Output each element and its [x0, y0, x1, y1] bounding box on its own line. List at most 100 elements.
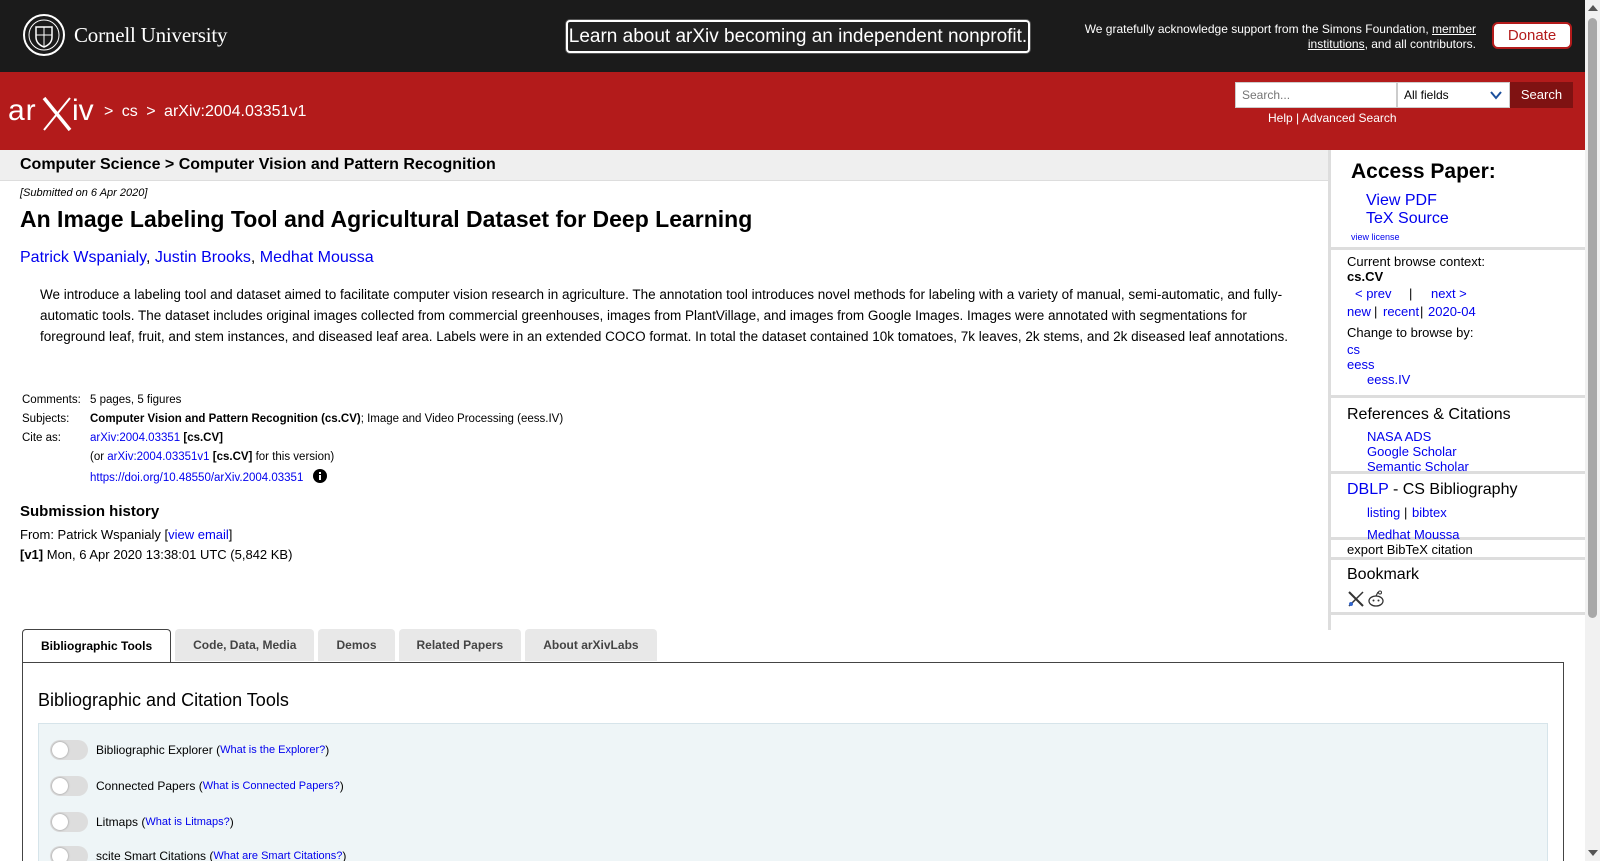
new-link[interactable]: new [1347, 304, 1371, 319]
prev-link[interactable]: < prev [1355, 286, 1392, 301]
cite-id-link[interactable]: arXiv:2004.03351 [90, 432, 180, 444]
nonprofit-announcement-button[interactable]: Learn about arXiv becoming an independen… [566, 20, 1030, 53]
browse-eess-link[interactable]: eess [1347, 357, 1374, 372]
tool-info-link[interactable]: What is Connected Papers? [203, 780, 340, 792]
cornell-logo[interactable]: Cornell University [22, 13, 227, 57]
comments-label: Comments: [22, 394, 81, 406]
tool-label: scite Smart Citations [96, 849, 207, 861]
primary-subject: Computer Vision and Pattern Recognition … [90, 413, 361, 425]
access-paper-box: Access Paper: View PDF TeX Source view l… [1331, 150, 1589, 250]
tool-info-link[interactable]: What is Litmaps? [145, 816, 229, 828]
breadcrumb: > cs > arXiv:2004.03351v1 [104, 103, 310, 121]
search-field-select[interactable]: All fields [1397, 82, 1510, 108]
tab-about-arxivlabs[interactable]: About arXivLabs [525, 629, 657, 661]
page-scrollbar[interactable] [1585, 0, 1600, 861]
semantic-scholar-link[interactable]: Semantic Scholar [1367, 459, 1469, 474]
search-links: Help | Advanced Search [1268, 111, 1397, 125]
info-icon[interactable] [312, 469, 327, 483]
version-tag[interactable]: [v1] [20, 547, 43, 562]
browse-eess-iv-link[interactable]: eess.IV [1367, 372, 1410, 387]
dblp-title: DBLP - CS Bibliography [1347, 481, 1517, 499]
browse-context-value: cs.CV [1347, 269, 1384, 284]
help-link[interactable]: Help [1268, 111, 1293, 125]
tool-row: Litmaps (What is Litmaps?) [50, 812, 234, 832]
search-button[interactable]: Search [1510, 82, 1573, 108]
support-prefix: We gratefully acknowledge support from t… [1084, 22, 1432, 36]
author-link[interactable]: Justin Brooks [155, 249, 251, 266]
link-separator: | [1296, 111, 1300, 125]
view-license-link[interactable]: view license [1351, 232, 1400, 242]
top-bar: Cornell University Learn about arXiv bec… [0, 0, 1585, 72]
toggle-switch[interactable] [50, 776, 88, 796]
nav-separator: | [1409, 286, 1413, 301]
scroll-up-icon[interactable] [1588, 5, 1598, 11]
tool-info-link[interactable]: What are Smart Citations? [213, 850, 342, 861]
cite-tag: [cs.CV] [183, 432, 223, 444]
arxiv-logo-icon[interactable]: ar iv [8, 92, 102, 134]
tool-label: Bibliographic Explorer [96, 743, 213, 757]
version-line: [v1] Mon, 6 Apr 2020 13:38:01 UTC (5,842… [20, 547, 292, 562]
reddit-icon[interactable] [1367, 590, 1385, 608]
tool-row: Connected Papers (What is Connected Pape… [50, 776, 344, 796]
dblp-listing-link[interactable]: listing [1367, 505, 1400, 520]
author-link[interactable]: Patrick Wspanialy [20, 249, 146, 266]
submitted-date: [Submitted on 6 Apr 2020] [20, 187, 148, 199]
donate-button[interactable]: Donate [1492, 22, 1572, 49]
version-date: Mon, 6 Apr 2020 13:38:01 UTC (5,842 KB) [43, 547, 293, 562]
scroll-down-icon[interactable] [1588, 850, 1598, 856]
paper-title: An Image Labeling Tool and Agricultural … [20, 206, 753, 232]
google-scholar-link[interactable]: Google Scholar [1367, 444, 1457, 459]
doi-link[interactable]: https://doi.org/10.48550/arXiv.2004.0335… [90, 472, 303, 484]
month-link[interactable]: 2020-04 [1428, 304, 1476, 319]
view-email-link[interactable]: view email [168, 527, 229, 542]
tab-related-papers[interactable]: Related Papers [398, 629, 522, 661]
dblp-bibtex-link[interactable]: bibtex [1412, 505, 1447, 520]
tool-info-link[interactable]: What is the Explorer? [220, 744, 325, 756]
cite-spacer [20, 450, 90, 465]
cite-version-tag: [cs.CV] [212, 451, 253, 463]
dblp-link[interactable]: DBLP [1347, 481, 1389, 498]
bibsonomy-icon[interactable] [1347, 590, 1365, 608]
institution-name: Cornell University [74, 22, 228, 47]
tab-bibliographic-tools[interactable]: Bibliographic Tools [22, 629, 172, 663]
tab-demos[interactable]: Demos [318, 629, 395, 661]
right-sidebar: Access Paper: View PDF TeX Source view l… [1328, 150, 1589, 630]
tools-title: Bibliographic and Citation Tools [38, 690, 289, 710]
author-list: Patrick Wspanialy, Justin Brooks, Medhat… [20, 249, 374, 267]
toggle-switch[interactable] [50, 846, 88, 861]
references-box: References & Citations NASA ADS Google S… [1331, 398, 1589, 474]
cite-or: (or [90, 451, 108, 463]
doi-row: https://doi.org/10.48550/arXiv.2004.0335… [20, 469, 563, 486]
recent-link[interactable]: recent [1383, 304, 1419, 319]
next-link[interactable]: next > [1431, 286, 1467, 301]
references-title: References & Citations [1347, 406, 1511, 423]
search-input[interactable] [1235, 82, 1397, 108]
link-separator: | [1420, 304, 1424, 319]
doi-spacer [20, 469, 90, 486]
author-link[interactable]: Medhat Moussa [260, 249, 374, 266]
nasa-ads-link[interactable]: NASA ADS [1367, 429, 1431, 444]
search-field-value: All fields [1404, 88, 1449, 102]
dblp-box: DBLP - CS Bibliography listing | bibtex … [1331, 474, 1589, 542]
breadcrumb-sep: > [146, 103, 156, 120]
breadcrumb-cs[interactable]: cs [122, 103, 138, 120]
tex-source-link[interactable]: TeX Source [1366, 210, 1449, 228]
support-suffix: , and all contributors. [1364, 37, 1476, 51]
export-bibtex-link[interactable]: export BibTeX citation [1347, 542, 1473, 557]
toggle-switch[interactable] [50, 812, 88, 832]
advanced-search-link[interactable]: Advanced Search [1302, 111, 1397, 125]
bookmark-box: Bookmark [1331, 560, 1589, 615]
scroll-thumb[interactable] [1588, 18, 1597, 618]
submission-history-title: Submission history [20, 503, 160, 520]
other-subjects: ; Image and Video Processing (eess.IV) [360, 413, 564, 425]
access-paper-title: Access Paper: [1351, 160, 1496, 183]
cite-version-link[interactable]: arXiv:2004.03351v1 [107, 451, 209, 463]
change-browse-label: Change to browse by: [1347, 325, 1474, 340]
tool-label: Connected Papers [96, 779, 196, 793]
toggle-switch[interactable] [50, 740, 88, 760]
svg-text:iv: iv [72, 94, 94, 127]
tab-code-data-media[interactable]: Code, Data, Media [175, 629, 315, 661]
browse-cs-link[interactable]: cs [1347, 342, 1360, 357]
view-pdf-link[interactable]: View PDF [1366, 192, 1437, 210]
export-box: export BibTeX citation [1331, 540, 1589, 560]
